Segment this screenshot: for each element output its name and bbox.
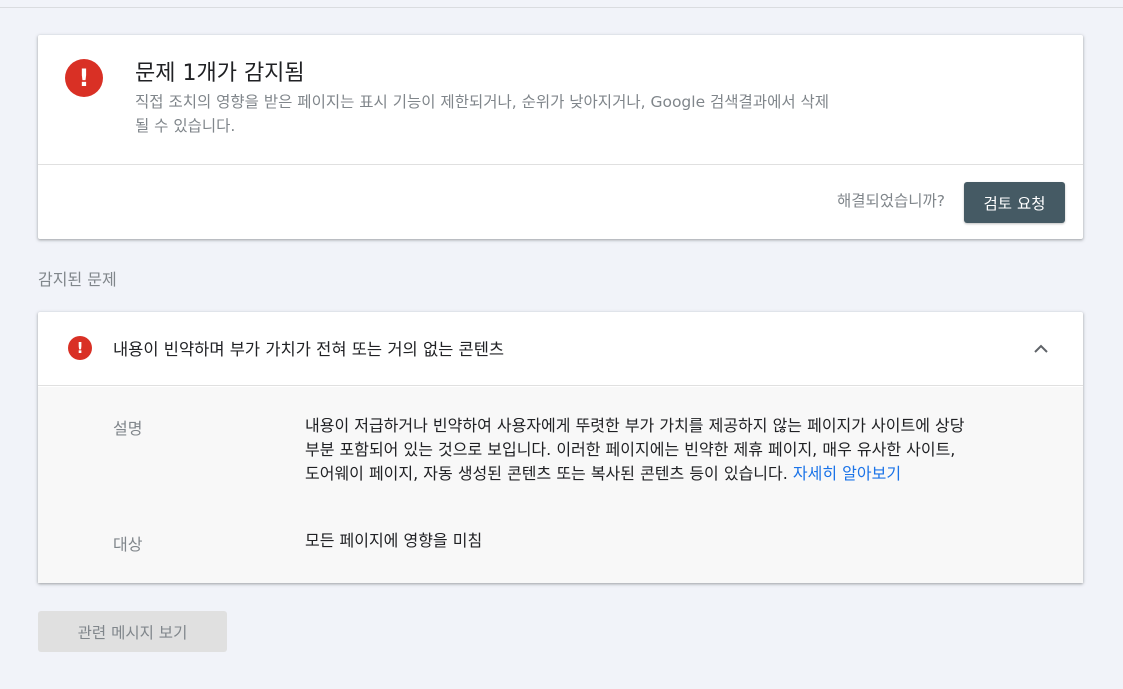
issue-header[interactable]: ! 내용이 빈약하며 부가 가치가 전혀 또는 거의 없는 콘텐츠 [38, 312, 1083, 386]
detected-issues-heading: 감지된 문제 [38, 270, 117, 289]
view-related-messages-button[interactable]: 관련 메시지 보기 [38, 611, 227, 652]
target-value: 모든 페이지에 영향을 미침 [305, 531, 483, 550]
resolved-question: 해결되었습니까? [836, 192, 945, 210]
issue-title: 내용이 빈약하며 부가 가치가 전혀 또는 거의 없는 콘텐츠 [113, 340, 505, 359]
issue-details: 설명 내용이 저급하거나 빈약하여 사용자에게 뚜렷한 부가 가치를 제공하지 … [38, 387, 1083, 583]
summary-title: 문제 1개가 감지됨 [135, 61, 305, 86]
chevron-up-icon[interactable] [1029, 336, 1053, 360]
top-divider [0, 0, 1123, 8]
description-label: 설명 [113, 419, 143, 438]
issue-card: ! 내용이 빈약하며 부가 가치가 전혀 또는 거의 없는 콘텐츠 설명 내용이… [38, 312, 1083, 583]
request-review-button[interactable]: 검토 요청 [964, 182, 1065, 223]
alert-icon: ! [68, 336, 92, 360]
description-value: 내용이 저급하거나 빈약하여 사용자에게 뚜렷한 부가 가치를 제공하지 않는 … [305, 414, 965, 486]
target-label: 대상 [113, 535, 143, 554]
learn-more-link[interactable]: 자세히 알아보기 [793, 464, 901, 483]
summary-description: 직접 조치의 영향을 받은 페이지는 표시 기능이 제한되거나, 순위가 낮아지… [135, 93, 830, 135]
manual-action-summary-card: ! 문제 1개가 감지됨 직접 조치의 영향을 받은 페이지는 표시 기능이 제… [38, 35, 1083, 239]
divider [38, 164, 1083, 165]
alert-icon: ! [65, 59, 103, 97]
